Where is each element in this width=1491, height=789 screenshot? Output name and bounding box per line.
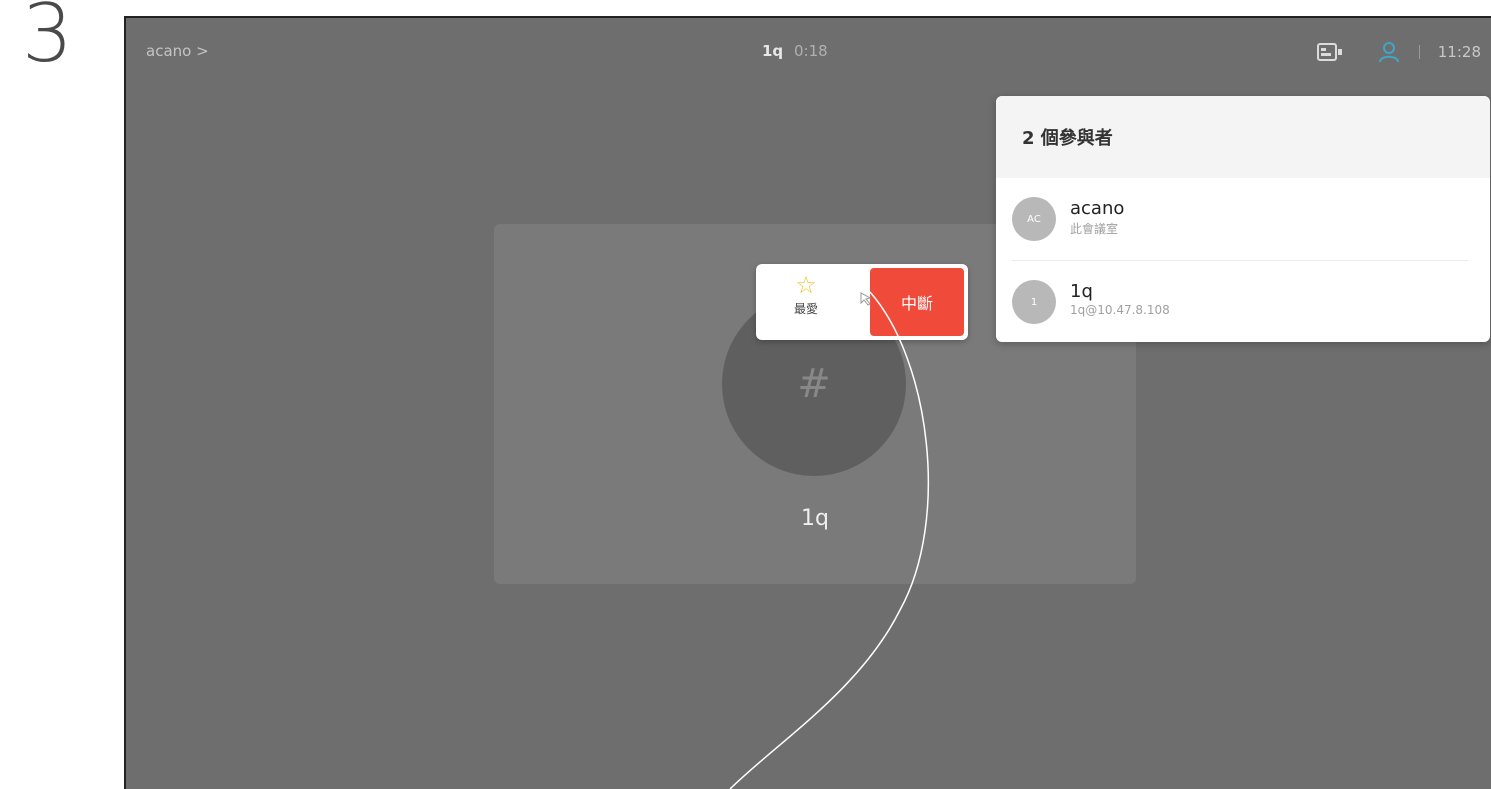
layout-icon[interactable] — [1316, 42, 1343, 62]
participants-panel: 2 個參與者 AC acano 此會議室 1 1q 1q@10.47.8.108 — [996, 96, 1490, 342]
participant-avatar: AC — [1012, 197, 1056, 241]
participant-subtitle: 此會議室 — [1070, 222, 1119, 236]
call-name: 1q — [762, 42, 784, 60]
header-controls: 11:28 — [1316, 40, 1481, 64]
call-screen: acano > 1q 0:18 11:28 # 1q ☆ 最愛 中斷 2 個參與… — [124, 16, 1491, 789]
star-icon: ☆ — [795, 271, 817, 299]
favorite-button[interactable]: ☆ 最愛 — [766, 270, 846, 334]
disconnect-button[interactable]: 中斷 — [870, 268, 964, 336]
breadcrumb[interactable]: acano > — [146, 42, 209, 60]
participant-row[interactable]: 1 1q 1q@10.47.8.108 — [1012, 260, 1468, 342]
participant-avatar: 1 — [1012, 280, 1056, 324]
participant-row[interactable]: AC acano 此會議室 — [1012, 178, 1468, 260]
header-separator — [1418, 45, 1420, 59]
call-info: 1q 0:18 — [762, 42, 828, 60]
participants-title: 2 個參與者 — [996, 96, 1490, 178]
tile-name: 1q — [801, 506, 829, 531]
participants-icon[interactable] — [1377, 40, 1401, 64]
participant-subtitle: 1q@10.47.8.108 — [1070, 303, 1170, 317]
call-duration: 0:18 — [793, 42, 828, 60]
participant-name: 1q — [1070, 281, 1093, 302]
cursor-icon — [860, 292, 872, 306]
step-number: 3 — [22, 0, 73, 80]
participant-name: acano — [1070, 198, 1125, 219]
participant-action-popup: ☆ 最愛 中斷 — [756, 264, 968, 340]
favorite-label: 最愛 — [793, 302, 818, 316]
clock: 11:28 — [1437, 43, 1481, 61]
